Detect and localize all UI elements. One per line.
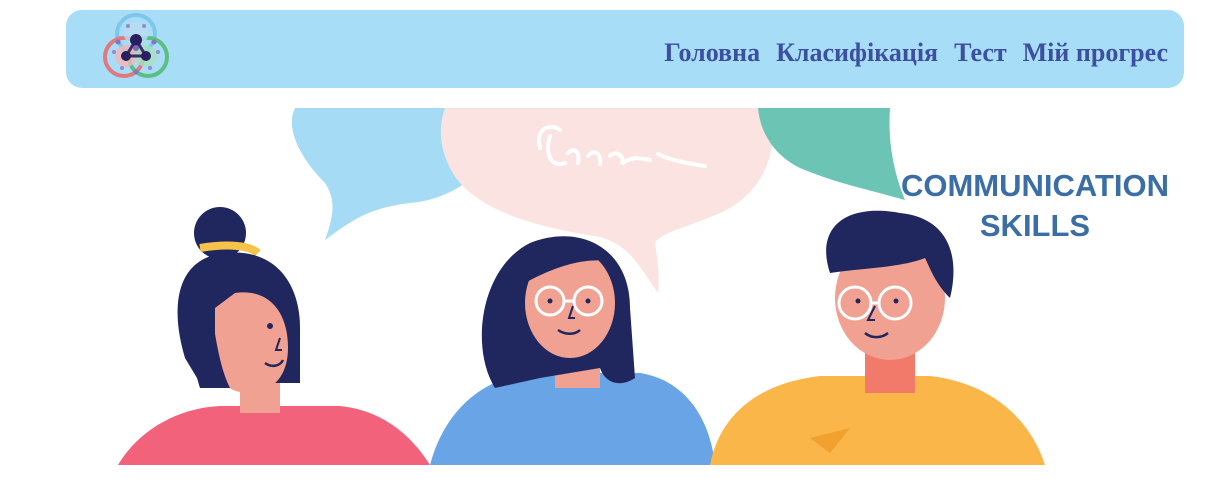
hero-title-line-1: COMMUNICATION <box>900 168 1170 203</box>
molecule-logo-icon[interactable] <box>96 12 176 86</box>
person-right <box>710 210 1045 465</box>
person-left <box>118 207 430 465</box>
nav-link-my-progress[interactable]: Мій прогрес <box>1023 38 1168 68</box>
main-nav: Головна Класифікація Тест Мій прогрес <box>664 38 1168 68</box>
hero-title-line-2: SKILLS <box>979 208 1091 243</box>
top-navbar: Головна Класифікація Тест Мій прогрес <box>66 10 1184 88</box>
nav-link-test[interactable]: Тест <box>954 38 1007 68</box>
green-speech-bubble <box>758 108 905 200</box>
hero-title: COMMUNICATION SKILLS <box>892 166 1178 246</box>
person-middle <box>430 236 715 465</box>
nav-link-home[interactable]: Головна <box>664 38 760 68</box>
hero-illustration <box>118 108 1045 465</box>
nav-link-classification[interactable]: Класифікація <box>776 38 938 68</box>
